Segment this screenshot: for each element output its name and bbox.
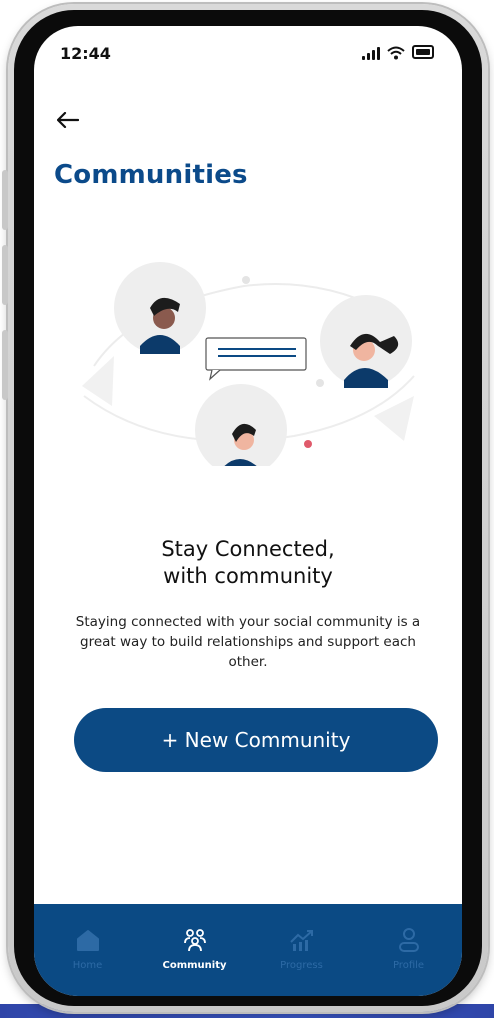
- power-button: [2, 330, 8, 400]
- status-icons: [362, 45, 434, 60]
- description-text: Staying connected with your social commu…: [75, 614, 421, 670]
- headline-line-2: with community: [163, 564, 333, 588]
- nav-item-home[interactable]: Home: [43, 904, 133, 971]
- nav-label-community: Community: [162, 960, 227, 971]
- headline: Stay Connected, with community: [34, 536, 462, 590]
- volume-up-button: [2, 170, 8, 230]
- nav-label-home: Home: [72, 960, 103, 971]
- page-title: Communities: [54, 160, 248, 190]
- bottom-nav: Home Community Progress Profile: [34, 904, 462, 996]
- nav-item-progress[interactable]: Progress: [257, 904, 347, 971]
- signal-icon: [362, 46, 380, 60]
- back-arrow-icon: [57, 112, 79, 128]
- new-community-button[interactable]: + New Community: [74, 708, 438, 772]
- nav-item-community[interactable]: Community: [150, 904, 240, 971]
- wifi-icon: [387, 46, 405, 60]
- battery-icon: [412, 45, 434, 59]
- headline-line-1: Stay Connected,: [161, 537, 335, 561]
- progress-icon: [288, 926, 316, 954]
- status-bar: 12:44: [34, 26, 462, 82]
- volume-down-button: [2, 245, 8, 305]
- community-illustration: [82, 262, 415, 466]
- community-icon: [181, 926, 209, 954]
- nav-label-profile: Profile: [392, 960, 425, 971]
- nav-label-progress: Progress: [280, 960, 323, 971]
- home-icon: [74, 926, 102, 954]
- phone-screen: 12:44 Communities Stay Connected, with c…: [34, 26, 462, 996]
- nav-item-profile[interactable]: Profile: [364, 904, 454, 971]
- app-stage: 12:44 Communities Stay Connected, with c…: [0, 0, 494, 1018]
- profile-icon: [395, 926, 423, 954]
- back-button[interactable]: [54, 106, 82, 134]
- status-time: 12:44: [60, 44, 111, 63]
